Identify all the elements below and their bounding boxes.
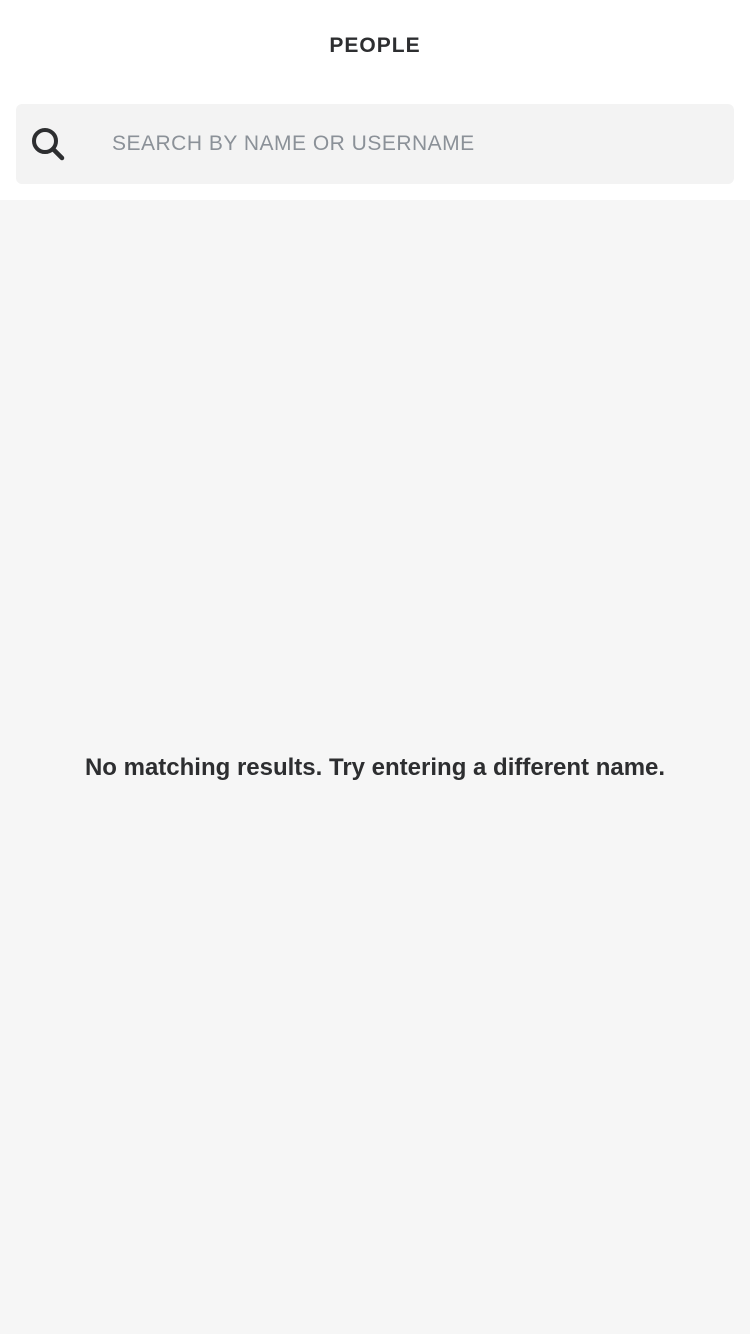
search-input[interactable]	[112, 104, 712, 184]
search-icon	[30, 126, 66, 162]
header: PEOPLE	[0, 0, 750, 200]
results-area: No matching results. Try entering a diff…	[0, 200, 750, 1334]
page-title: PEOPLE	[329, 34, 421, 57]
search-bar[interactable]	[16, 104, 734, 184]
empty-results-message: No matching results. Try entering a diff…	[84, 754, 666, 781]
people-screen: PEOPLE No matching results. Try entering…	[0, 0, 750, 1334]
